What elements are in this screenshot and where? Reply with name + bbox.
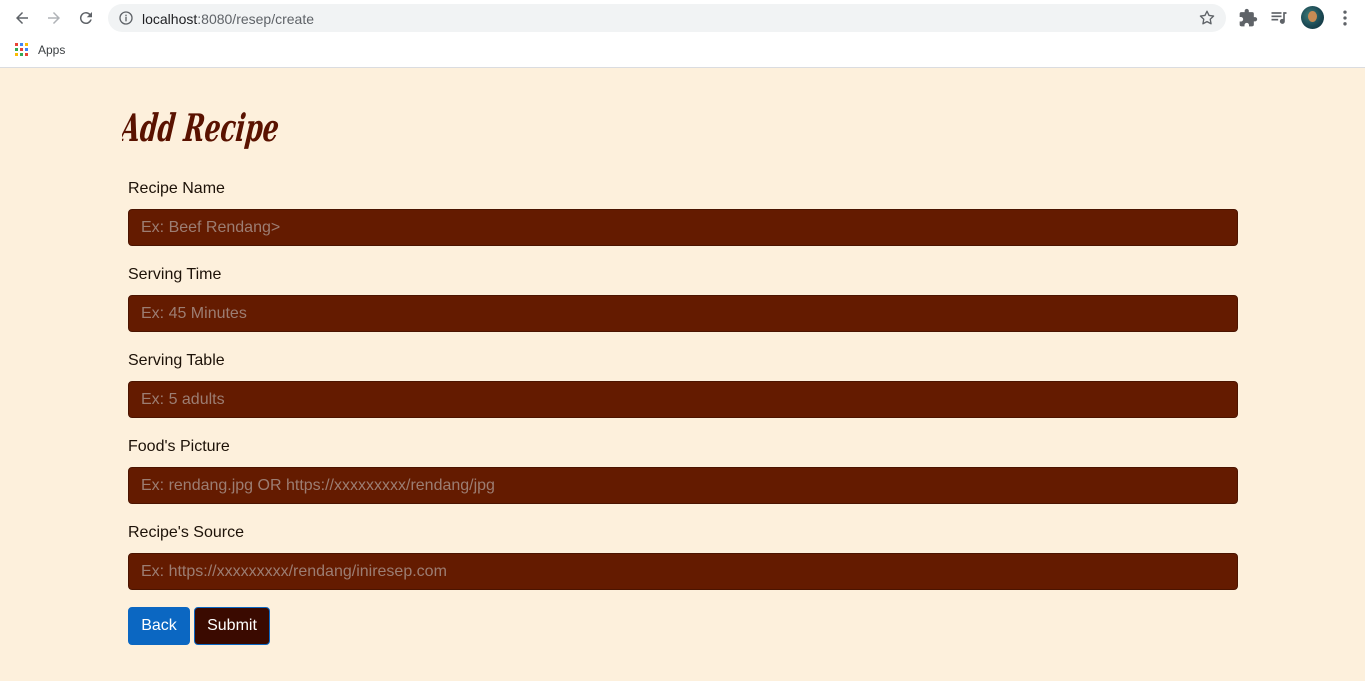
page-title: Add Recipe (122, 105, 281, 150)
add-recipe-page: Add Recipe Recipe Name Serving Time Serv… (0, 69, 1365, 681)
recipe-source-label: Recipe's Source (128, 524, 244, 541)
url-path: :8080/resep/create (197, 11, 315, 27)
address-bar[interactable]: localhost:8080/resep/create (108, 4, 1226, 32)
recipe-source-input[interactable] (128, 553, 1238, 590)
url-text[interactable]: localhost:8080/resep/create (142, 11, 314, 27)
bookmarks-bar: Apps (0, 36, 1365, 68)
food-picture-input[interactable] (128, 467, 1238, 504)
serving-time-input[interactable] (128, 295, 1238, 332)
site-info-icon[interactable] (118, 10, 134, 26)
apps-bookmark[interactable]: Apps (38, 43, 65, 57)
more-vert-icon[interactable] (1335, 8, 1355, 28)
recipe-name-input[interactable] (128, 209, 1238, 246)
recipe-name-label: Recipe Name (128, 180, 225, 197)
browser-toolbar: localhost:8080/resep/create (0, 0, 1365, 36)
submit-button[interactable]: Submit (194, 607, 270, 645)
media-queue-icon[interactable] (1269, 8, 1289, 28)
apps-grid-icon[interactable] (15, 43, 28, 56)
reload-icon[interactable] (74, 6, 98, 30)
serving-time-label: Serving Time (128, 266, 222, 283)
bookmark-star-icon[interactable] (1198, 9, 1216, 27)
extensions-puzzle-icon[interactable] (1238, 8, 1258, 28)
back-button[interactable]: Back (128, 607, 190, 645)
serving-table-label: Serving Table (128, 352, 225, 369)
forward-arrow-icon[interactable] (42, 6, 66, 30)
url-host: localhost (142, 11, 198, 27)
profile-avatar[interactable] (1301, 6, 1324, 29)
serving-table-input[interactable] (128, 381, 1238, 418)
back-arrow-icon[interactable] (10, 6, 34, 30)
page-title-text: Add Recipe (122, 105, 281, 150)
food-picture-label: Food's Picture (128, 438, 230, 455)
